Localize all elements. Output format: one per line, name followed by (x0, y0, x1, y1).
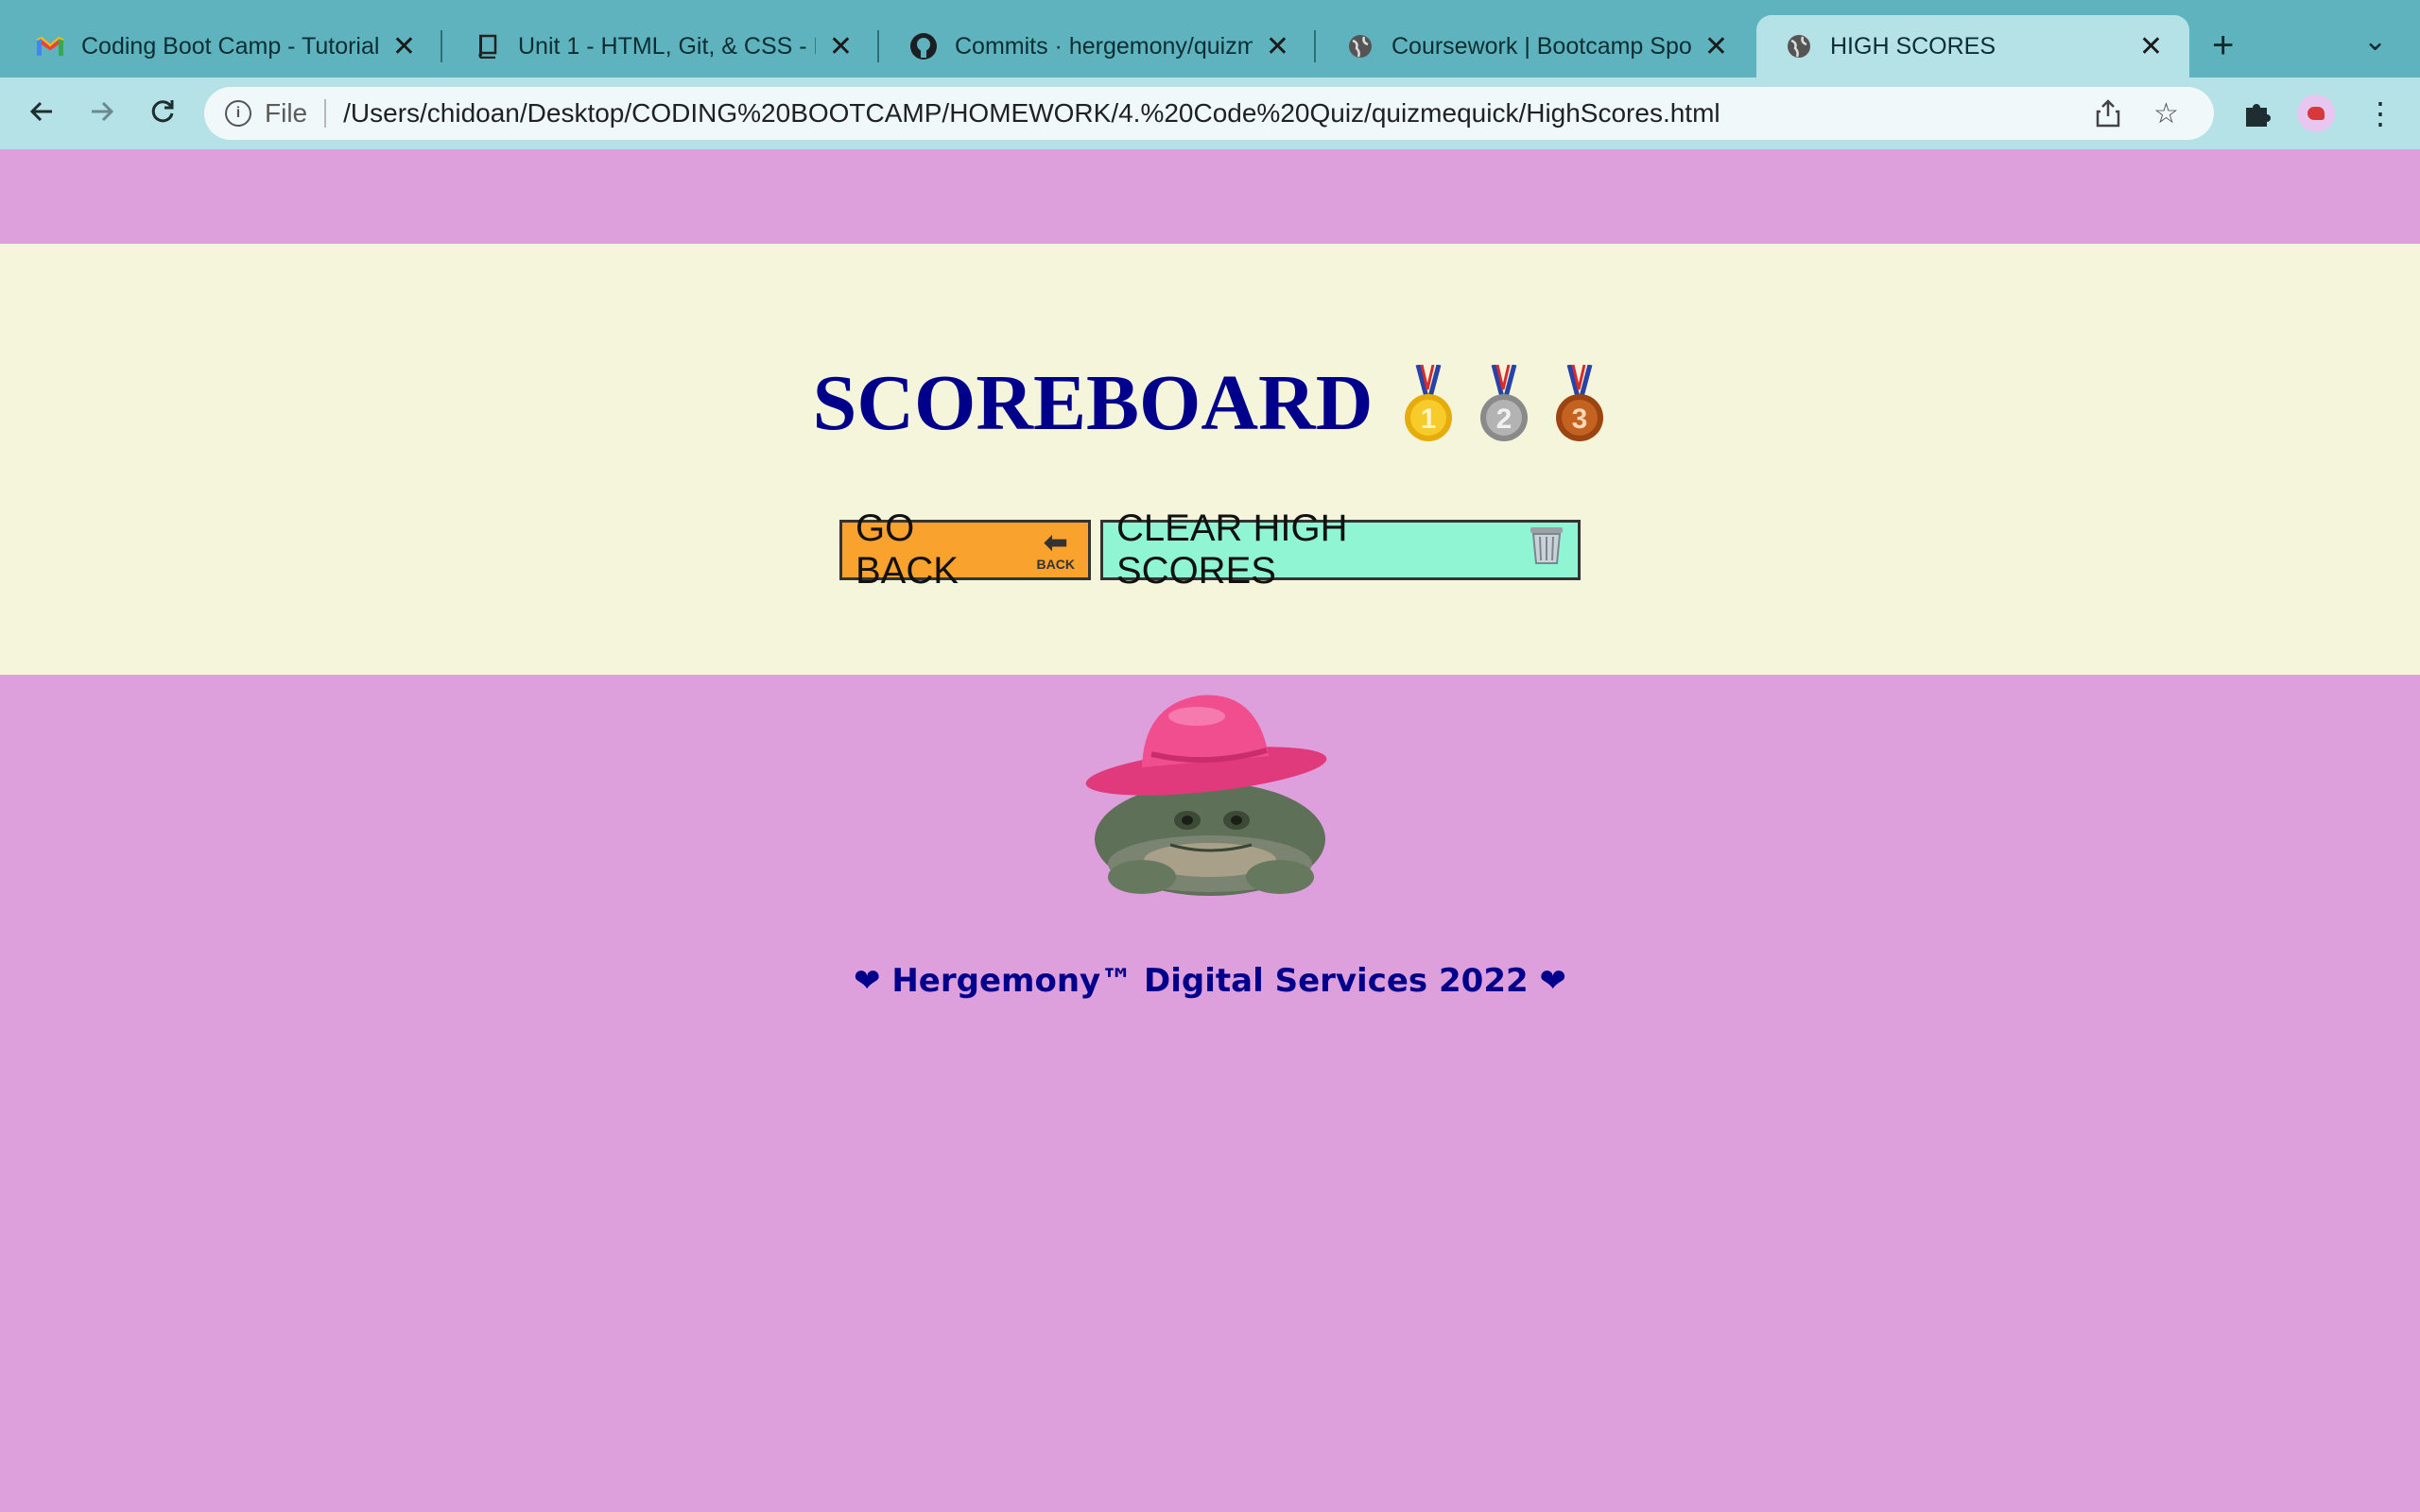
address-bar[interactable]: i File /Users/chidoan/Desktop/CODING%20B… (204, 87, 2214, 140)
tab-high-scores[interactable]: HIGH SCORES ✕ (1756, 15, 2189, 77)
back-icon-text: BACK (1036, 557, 1075, 572)
close-icon[interactable]: ✕ (829, 30, 853, 63)
bookmark-star-icon[interactable]: ☆ (2153, 87, 2179, 140)
extensions-puzzle-icon[interactable] (2235, 91, 2280, 136)
back-arrow-icon[interactable] (17, 87, 66, 136)
github-icon (909, 32, 938, 60)
medal-number: 3 (1572, 404, 1588, 435)
tab-commits[interactable]: Commits · hergemony/quizme ✕ (881, 15, 1316, 77)
close-icon[interactable]: ✕ (392, 30, 416, 63)
chevron-down-icon[interactable]: ⌄ (2363, 25, 2387, 58)
tab-unit1[interactable]: Unit 1 - HTML, Git, & CSS - Fu ✕ (444, 15, 879, 77)
tab-coursework[interactable]: Coursework | Bootcamp Spot ✕ (1318, 15, 1754, 77)
cowboy-frog-image (1085, 688, 1331, 907)
close-icon[interactable]: ✕ (2139, 30, 2163, 63)
scoreboard-panel: SCOREBOARD 1 2 3 GO BACK ⬅ BACK CLEAR HI… (0, 244, 2420, 675)
wastebasket-icon (1529, 525, 1564, 575)
clear-high-scores-button[interactable]: CLEAR HIGH SCORES (1100, 507, 1581, 592)
tab-title: Commits · hergemony/quizme (955, 32, 1253, 60)
close-icon[interactable]: ✕ (1266, 30, 1289, 63)
go-back-label: GO BACK (856, 507, 959, 592)
globe-icon (1785, 32, 1813, 60)
browser-toolbar: i File /Users/chidoan/Desktop/CODING%20B… (0, 77, 2420, 150)
scheme-label: File (265, 98, 308, 128)
book-icon (473, 32, 501, 60)
top-band (0, 149, 2420, 244)
page-title-row: SCOREBOARD 1 2 3 (0, 357, 2420, 449)
forward-arrow-icon[interactable] (78, 87, 127, 136)
url-text[interactable]: /Users/chidoan/Desktop/CODING%20BOOTCAMP… (343, 98, 1720, 129)
tab-title: Unit 1 - HTML, Git, & CSS - Fu (518, 32, 816, 60)
button-row: GO BACK ⬅ BACK CLEAR HIGH SCORES (0, 507, 2420, 592)
bronze-medal-icon: 3 (1552, 363, 1607, 442)
silver-medal-icon: 2 (1477, 363, 1531, 442)
go-back-button[interactable]: GO BACK ⬅ BACK (839, 507, 1091, 592)
gold-medal-icon: 1 (1401, 363, 1456, 442)
footer-text: ❤ Hergemony™ Digital Services 2022 ❤ (854, 962, 1566, 1000)
gmail-icon (36, 32, 64, 60)
menu-kebab-icon[interactable]: ⋮ (2358, 91, 2403, 136)
medal-number: 1 (1421, 404, 1437, 435)
medals: 1 2 3 (1401, 363, 1607, 442)
close-icon[interactable]: ✕ (1704, 30, 1728, 63)
tab-separator (441, 30, 442, 62)
share-icon[interactable] (2095, 87, 2121, 140)
tab-strip: Coding Boot Camp - Tutorial ✕ Unit 1 - H… (0, 0, 2420, 77)
tab-title: HIGH SCORES (1830, 32, 1996, 60)
divider (324, 99, 327, 128)
profile-avatar[interactable] (2297, 94, 2335, 132)
tab-gmail[interactable]: Coding Boot Camp - Tutorial ✕ (8, 15, 442, 77)
clear-label: CLEAR HIGH SCORES (1116, 507, 1348, 592)
medal-number: 2 (1496, 404, 1512, 435)
new-tab-plus-icon[interactable]: + (2212, 25, 2234, 67)
back-arrow-icon: ⬅ BACK (1036, 527, 1075, 572)
tab-separator (877, 30, 879, 62)
globe-icon (1346, 32, 1374, 60)
reload-icon[interactable] (138, 87, 187, 136)
page-title: SCOREBOARD (812, 359, 1374, 447)
tab-separator (1314, 30, 1316, 62)
tab-title: Coursework | Bootcamp Spot (1392, 32, 1691, 60)
info-icon[interactable]: i (225, 100, 251, 127)
tab-title: Coding Boot Camp - Tutorial (81, 32, 379, 60)
